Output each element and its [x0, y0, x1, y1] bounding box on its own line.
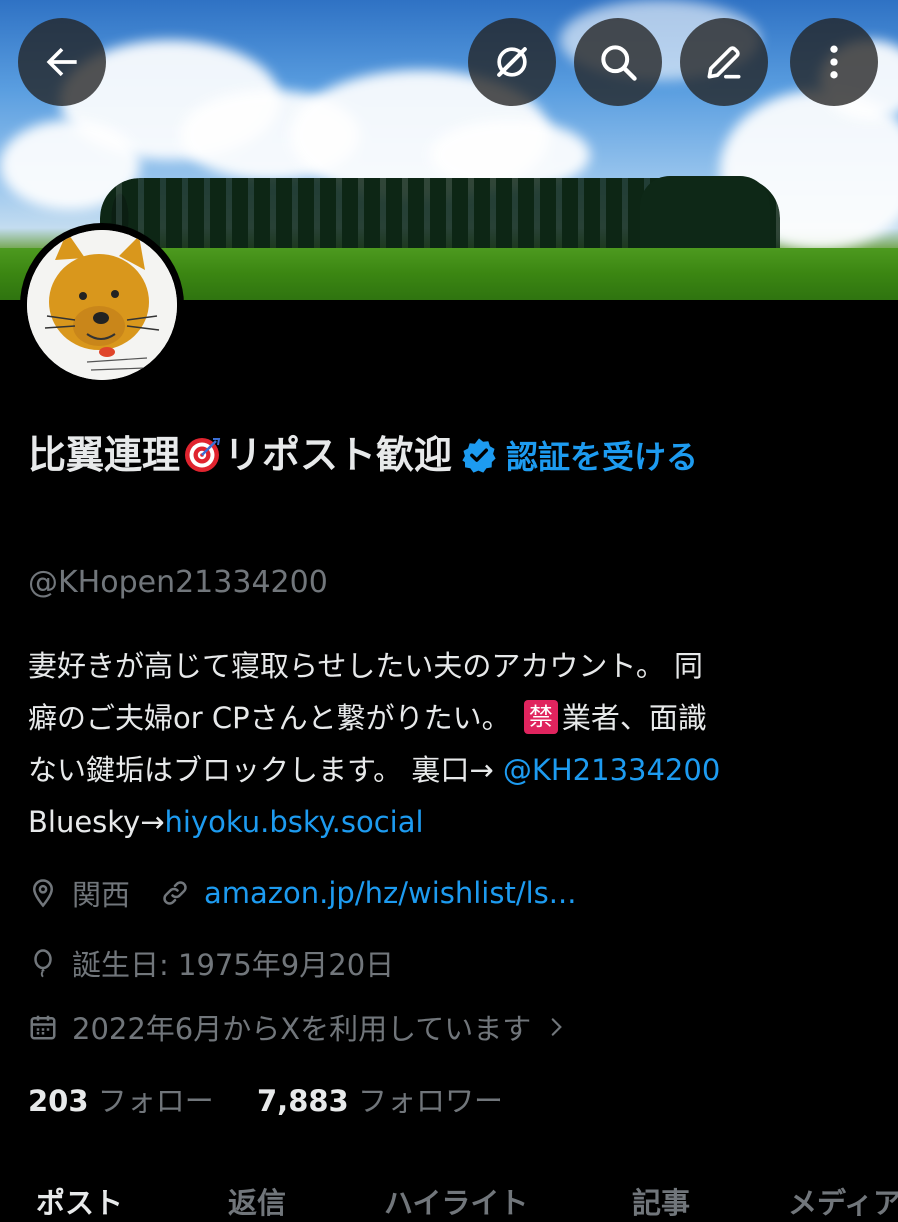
grok-button[interactable] [468, 18, 556, 106]
bio-line-4a: Bluesky→ [28, 805, 165, 839]
profile-bio: 妻好きが高じて寝取らせしたい夫のアカウント。 同 癖のご夫婦or CPさんと繋が… [28, 640, 878, 848]
calendar-icon [30, 1015, 56, 1040]
edit-icon [707, 46, 741, 79]
tab-articles[interactable]: 記事 [632, 1180, 690, 1222]
balloon-icon [34, 949, 52, 978]
more-vertical-icon [830, 45, 838, 79]
bio-line-2b: 業者、面識 [561, 701, 707, 735]
bluesky-link[interactable]: hiyoku.bsky.social [165, 805, 424, 839]
back-button[interactable] [18, 18, 106, 106]
website-link[interactable]: amazon.jp/hz/wishlist/ls... [204, 876, 576, 910]
more-button[interactable] [790, 18, 878, 106]
avatar[interactable] [20, 223, 184, 387]
location-text: 関西 [72, 878, 131, 912]
tree-silhouette-right [640, 176, 770, 248]
birthday-text: 誕生日: 1975年9月20日 [72, 948, 395, 982]
display-name-prefix: 比翼連理 [28, 433, 181, 477]
bio-line-1: 妻好きが高じて寝取らせしたい夫のアカウント。 同 [28, 649, 704, 683]
search-button[interactable] [574, 18, 662, 106]
arrow-left-icon [46, 47, 77, 77]
followers-link[interactable]: 7,883 フォロワー [257, 1084, 503, 1118]
prohibited-emoji-icon: 禁 [523, 700, 558, 734]
follow-stats: 203 フォロー 7,883 フォロワー [28, 1078, 503, 1120]
birthday-row: 誕生日: 1975年9月20日 [28, 942, 394, 984]
verified-badge-icon [462, 437, 496, 473]
following-link[interactable]: 203 フォロー [28, 1084, 214, 1118]
link-icon [163, 881, 187, 905]
followers-count: 7,883 [257, 1084, 349, 1118]
chevron-right-icon [551, 1018, 563, 1036]
get-verified-link[interactable]: 認証を受ける [506, 438, 698, 476]
grok-icon [497, 47, 527, 77]
profile-tabs: ポスト 返信 ハイライト 記事 メディア [0, 1180, 898, 1220]
tab-media[interactable]: メディア [788, 1180, 898, 1222]
display-name-suffix: リポスト歓迎 [224, 433, 453, 477]
display-name: 比翼連理 リポスト歓迎 認証を受ける [28, 424, 868, 488]
joined-row[interactable]: 2022年6月からXを利用しています [28, 1006, 583, 1048]
search-icon [601, 45, 637, 81]
bio-line-3a: ない鍵垢はブロックします。 裏口→ [28, 753, 503, 787]
target-emoji-icon [185, 437, 221, 472]
following-count: 203 [28, 1084, 89, 1118]
tab-posts[interactable]: ポスト [36, 1180, 123, 1222]
edit-button[interactable] [680, 18, 768, 106]
tab-highlights[interactable]: ハイライト [384, 1180, 528, 1222]
backup-account-link[interactable]: @KH21334200 [503, 753, 720, 787]
tab-replies[interactable]: 返信 [228, 1180, 286, 1222]
followers-label: フォロワー [357, 1084, 503, 1118]
joined-text: 2022年6月からXを利用しています [72, 1012, 532, 1046]
bio-line-2a: 癖のご夫婦or CPさんと繋がりたい。 [28, 701, 520, 735]
dog-drawing-avatar [27, 230, 177, 380]
location-website-row: 関西 amazon.jp/hz/wishlist/ls... [28, 872, 576, 914]
following-label: フォロー [97, 1084, 214, 1118]
user-handle: @KHopen21334200 [28, 565, 328, 600]
location-pin-icon [32, 879, 54, 908]
